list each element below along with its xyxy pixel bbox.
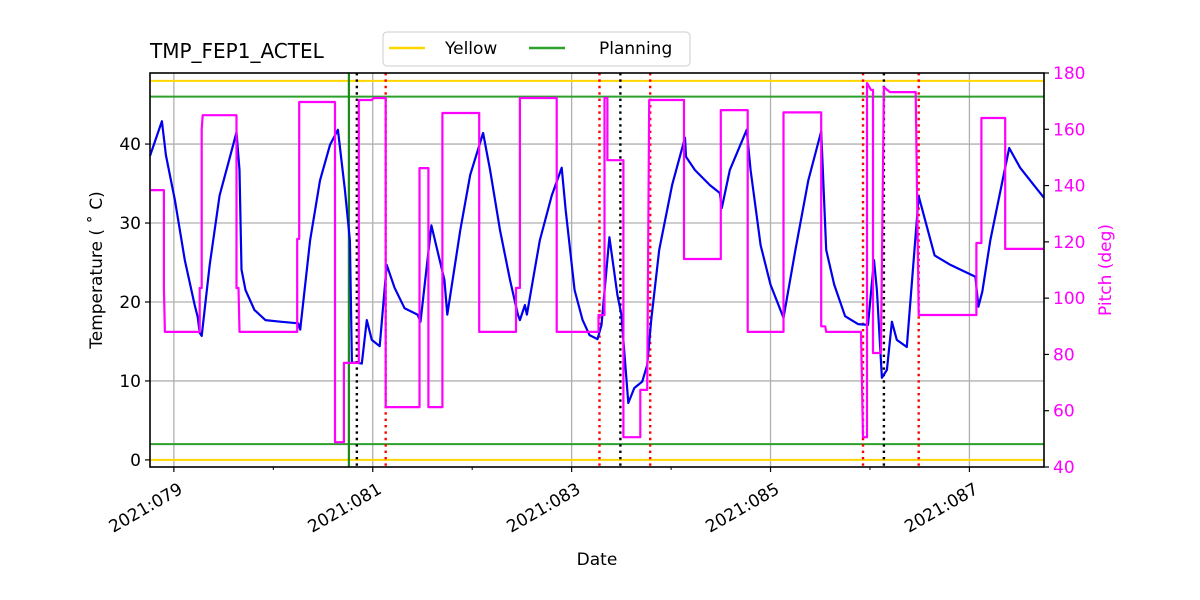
y-tick-label: 0 bbox=[130, 451, 141, 471]
y-tick-label: 10 bbox=[119, 372, 141, 392]
y2-tick-label: 100 bbox=[1053, 289, 1085, 309]
y-tick-label: 40 bbox=[119, 135, 141, 155]
x-tick-label: 2021:083 bbox=[504, 479, 585, 537]
y2-tick-label: 60 bbox=[1053, 402, 1075, 422]
y2-tick-label: 140 bbox=[1053, 177, 1085, 197]
y-tick-label: 30 bbox=[119, 214, 141, 234]
legend: Yellow Planning bbox=[382, 31, 691, 67]
x-tick-label: 2021:081 bbox=[305, 479, 386, 537]
y2-tick-label: 120 bbox=[1053, 233, 1085, 253]
y-axis-label: Temperature ( ˚ C) bbox=[86, 191, 107, 350]
y2-tick-label: 160 bbox=[1053, 120, 1085, 140]
temperature-line bbox=[148, 120, 1045, 405]
plot-frame bbox=[149, 72, 1045, 468]
x-axis-label: Date bbox=[577, 550, 618, 570]
x-tick-label: 2021:085 bbox=[702, 479, 783, 537]
y-tick-label: 20 bbox=[119, 293, 141, 313]
limit-lines bbox=[150, 79, 1044, 461]
legend-label-planning: Planning bbox=[599, 39, 672, 59]
x-tick-label: 2021:087 bbox=[901, 479, 982, 537]
y2-axis-label: Pitch (deg) bbox=[1096, 224, 1116, 316]
legend-label-yellow: Yellow bbox=[444, 39, 497, 59]
chart-figure: 0 10 20 30 40 40 60 80 100 120 140 160 180 2021:079 20… bbox=[86, 31, 1116, 570]
x-tick-label: 2021:079 bbox=[106, 479, 187, 537]
series-layer bbox=[148, 82, 1045, 444]
y2-tick-label: 80 bbox=[1053, 345, 1075, 365]
y2-tick-label: 40 bbox=[1053, 458, 1075, 478]
y2-tick-label: 180 bbox=[1053, 64, 1085, 84]
grid-layer bbox=[150, 73, 1044, 467]
pitch-line bbox=[150, 82, 1044, 444]
chart-title: TMP_FEP1_ACTEL bbox=[149, 39, 325, 63]
